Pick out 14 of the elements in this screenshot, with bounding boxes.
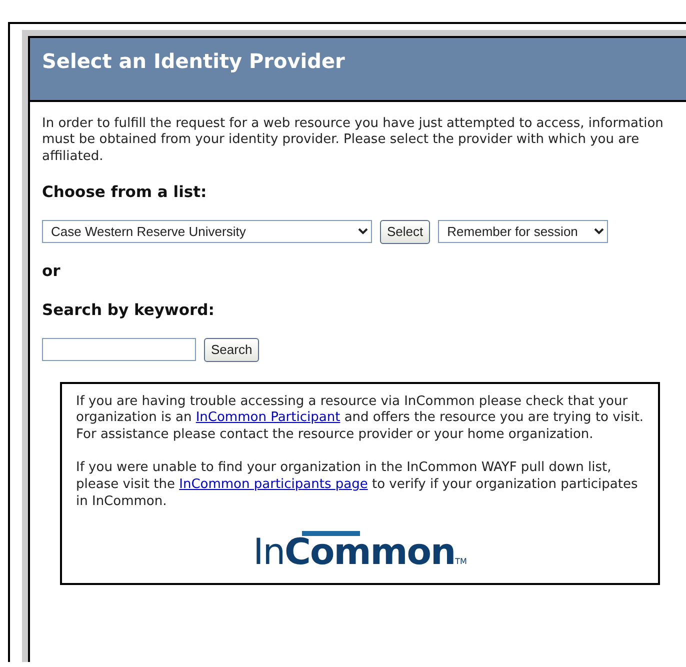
help-link[interactable]: InCommon participants page [179, 477, 368, 492]
help-text: If you were unable to find your organization in the InCommon WAYF pull down list, please visit the InCommon participants page to verify if your organization participates in InCommon. [76, 460, 639, 511]
keyword-field[interactable] [42, 338, 196, 362]
section-heading: Choose from a list: [42, 182, 208, 203]
page-header: Select an Identity Provider [30, 38, 686, 102]
or-label: or [42, 260, 62, 282]
remember-dropdown[interactable]: Remember for session [438, 220, 608, 244]
intro-text: In order to fulfill the request for a web resource you have just attempted to access, information must be obtained from your identity provider. Please select the provider with which you are affiliated. [42, 116, 664, 165]
help-link[interactable]: InCommon Participant [196, 410, 340, 426]
section-heading: Search by keyword: [42, 300, 216, 321]
provider-dropdown[interactable]: Case Western Reserve University [42, 220, 372, 244]
help-text: If you are having trouble accessing a resource via InCommon please check that your organization is an InCommon Participant and offers the resource you are trying to visit. For assistance please contact the resource provider or your home organization. [76, 394, 644, 444]
select-button[interactable]: Select [380, 220, 430, 244]
search-button[interactable]: Search [204, 338, 260, 362]
